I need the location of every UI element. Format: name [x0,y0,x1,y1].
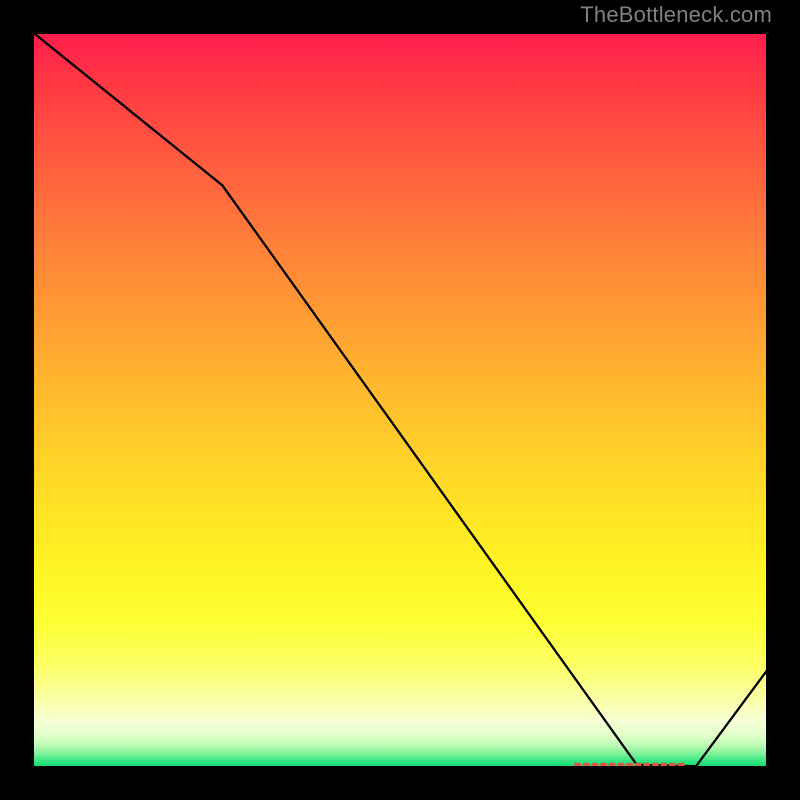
attribution-text: TheBottleneck.com [580,2,772,28]
chart-gradient-area [30,30,770,770]
